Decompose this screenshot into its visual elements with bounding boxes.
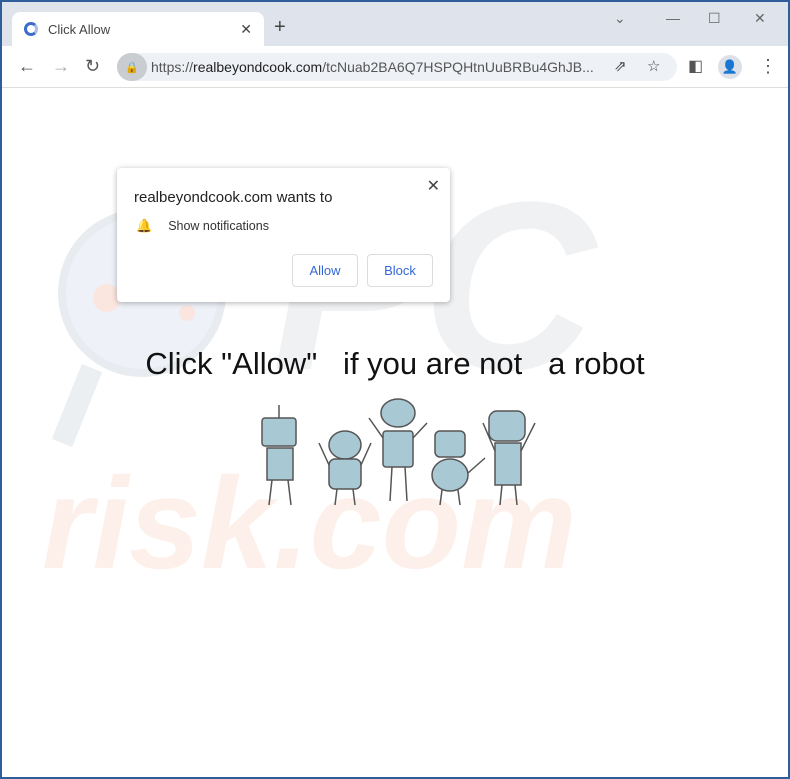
- page-message: Click "Allow" if you are not a robot: [145, 346, 645, 381]
- new-tab-button[interactable]: +: [274, 16, 286, 39]
- robots-illustration: [261, 398, 536, 506]
- close-popup-icon[interactable]: ✕: [427, 176, 440, 196]
- close-tab-icon[interactable]: ✕: [240, 21, 252, 38]
- side-panel-icon[interactable]: ◧: [688, 56, 703, 76]
- tab-title: Click Allow: [48, 21, 111, 37]
- robot-5: [482, 410, 536, 506]
- minimize-button[interactable]: —: [666, 10, 680, 26]
- address-bar[interactable]: 🔒 https://realbeyondcook.com/tcNuab2BA6Q…: [117, 53, 677, 81]
- allow-button[interactable]: Allow: [292, 254, 358, 287]
- popup-heading: realbeyondcook.com wants to: [134, 189, 333, 206]
- notification-permission-popup: realbeyondcook.com wants to ✕ 🔔 Show noti…: [117, 168, 450, 302]
- bookmark-star-icon[interactable]: ☆: [647, 57, 660, 75]
- browser-window: Click Allow ✕ + ⌄ — ☐ ✕ ← → ↻ 🔒 https://…: [2, 2, 788, 777]
- page-content: PC risk.com realbeyondcook.com wants to …: [2, 88, 788, 777]
- bell-icon: 🔔: [136, 218, 153, 233]
- maximize-button[interactable]: ☐: [708, 10, 721, 27]
- robot-3: [368, 398, 428, 502]
- robot-4: [431, 430, 486, 506]
- profile-avatar-icon[interactable]: 👤: [718, 55, 742, 79]
- share-icon[interactable]: ⇗: [614, 57, 627, 75]
- robot-2: [318, 430, 372, 506]
- robot-1: [261, 405, 297, 506]
- forward-icon[interactable]: →: [52, 56, 70, 77]
- permission-label: Show notifications: [168, 219, 269, 233]
- loading-favicon-icon: [24, 22, 38, 36]
- close-window-button[interactable]: ✕: [754, 10, 766, 27]
- menu-icon[interactable]: ⋮: [759, 56, 777, 77]
- reload-icon[interactable]: ↻: [85, 56, 100, 77]
- lock-icon[interactable]: 🔒: [117, 53, 147, 81]
- tab-search-icon[interactable]: ⌄: [614, 10, 626, 27]
- tab-click-allow[interactable]: Click Allow ✕: [12, 12, 264, 46]
- url-text[interactable]: https://realbeyondcook.com/tcNuab2BA6Q7H…: [151, 59, 594, 75]
- tab-bar: Click Allow ✕ + ⌄ — ☐ ✕: [2, 2, 788, 46]
- back-icon[interactable]: ←: [18, 56, 36, 77]
- block-button[interactable]: Block: [367, 254, 433, 287]
- toolbar: ← → ↻ 🔒 https://realbeyondcook.com/tcNua…: [2, 46, 788, 88]
